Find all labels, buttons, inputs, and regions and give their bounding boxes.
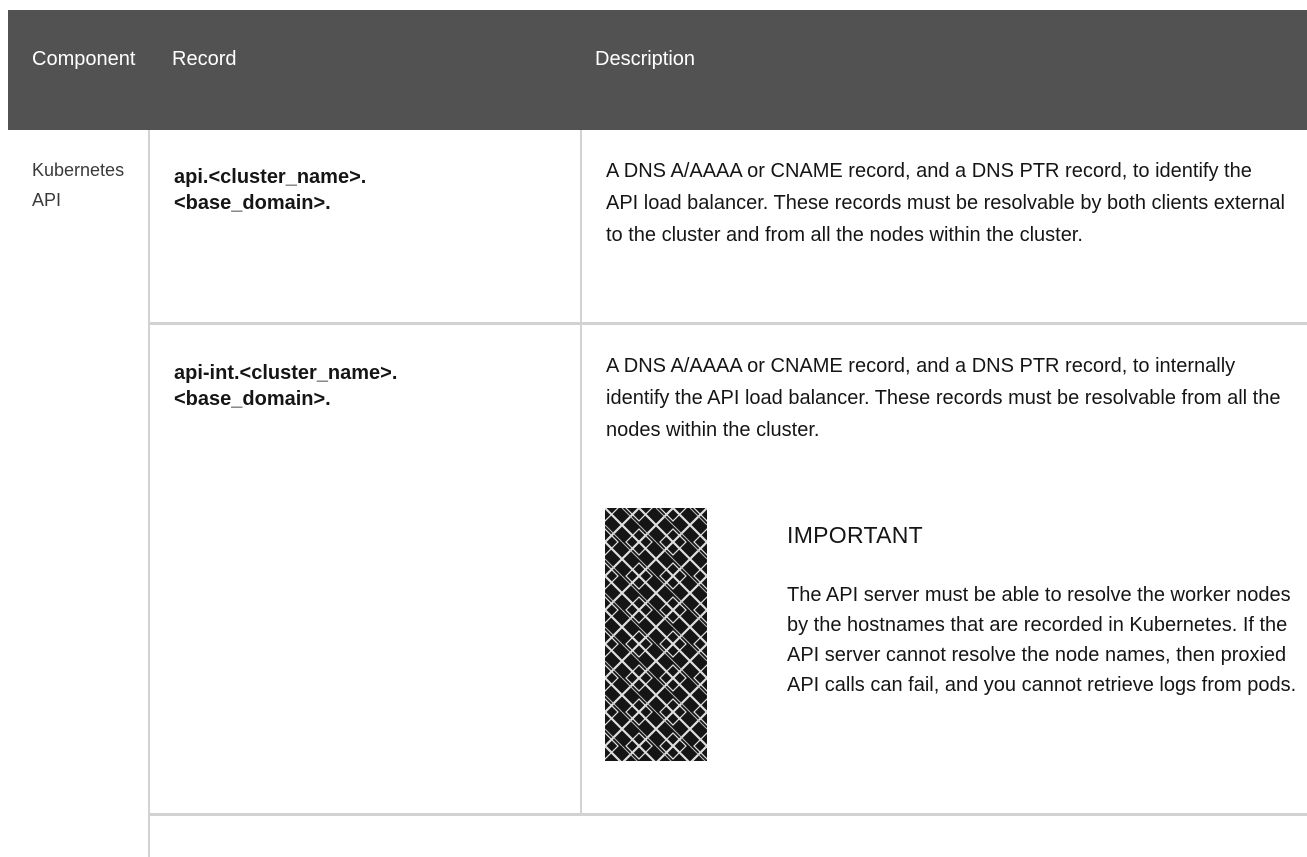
- divider-component-record: [148, 130, 150, 857]
- record-name-line1: api.<cluster_name>.: [174, 166, 367, 188]
- admonition-body: The API server must be able to resolve t…: [787, 584, 1297, 696]
- description-cell-api: A DNS A/AAAA or CNAME record, and a DNS …: [606, 160, 1285, 246]
- record-name-line1: api-int.<cluster_name>.: [174, 362, 398, 384]
- row-divider-2: [150, 813, 1307, 816]
- description-cell-api-int: A DNS A/AAAA or CNAME record, and a DNS …: [606, 355, 1281, 441]
- divider-record-description-1: [580, 130, 582, 322]
- divider-record-description-2: [580, 325, 582, 813]
- important-pattern-icon: [605, 508, 707, 761]
- table-header: Component Record Description: [8, 10, 1307, 130]
- row-divider-1: [150, 322, 1307, 325]
- header-component: Component: [32, 48, 136, 70]
- admonition-title: IMPORTANT: [787, 522, 924, 548]
- header-record: Record: [172, 48, 237, 70]
- record-cell-api-int: api-int.<cluster_name>. <base_domain>.: [174, 360, 534, 412]
- record-name-line2: <base_domain>.: [174, 388, 331, 410]
- record-cell-api: api.<cluster_name>. <base_domain>.: [174, 164, 534, 216]
- important-pattern-graphic: [605, 508, 707, 761]
- component-cell: Kubernetes API: [32, 160, 125, 210]
- header-description: Description: [595, 48, 696, 70]
- dns-records-table: Component Record Description Kubernetes …: [0, 0, 1307, 857]
- record-name-line2: <base_domain>.: [174, 192, 331, 214]
